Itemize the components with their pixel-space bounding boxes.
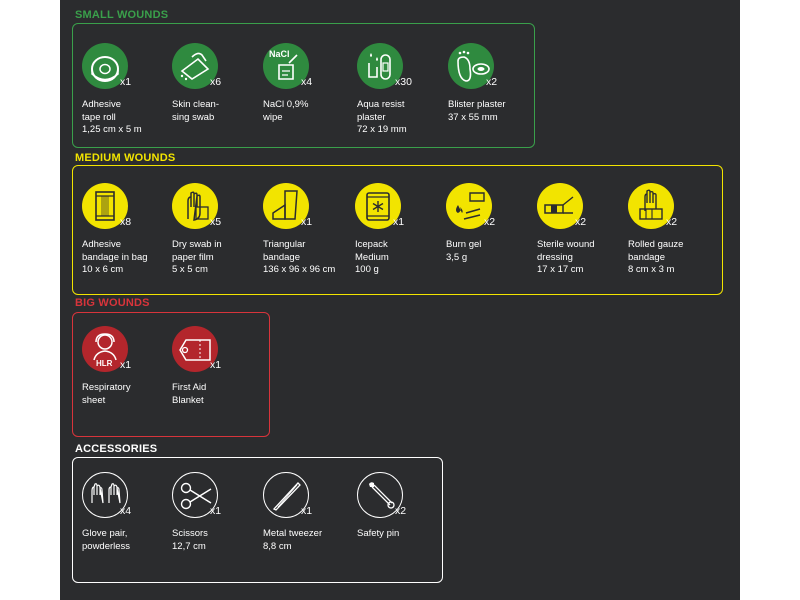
item-label: Metal tweezer 8,8 cm — [263, 528, 323, 552]
hlr-badge: HLR — [96, 359, 113, 368]
item-label: Glove pair, powderless — [82, 528, 131, 552]
item-label: Sterile wound dressing 17 x 17 cm — [537, 239, 595, 275]
item-label: Icepack Medium 100 g — [355, 239, 389, 275]
quantity: x1 — [120, 359, 132, 371]
item-label: Aqua resist plaster 72 x 19 mm — [357, 99, 407, 135]
item-label: Skin clean- sing swab — [172, 99, 219, 123]
quantity: x1 — [301, 505, 313, 517]
quantity: x2 — [666, 216, 678, 228]
quantity: x1 — [120, 76, 132, 88]
section-title-big-wounds: BIG WOUNDS — [75, 297, 150, 309]
item-label: Triangular bandage 136 x 96 x 96 cm — [263, 239, 336, 275]
item-label: Respiratory sheet — [82, 382, 131, 406]
section-title-medium-wounds: MEDIUM WOUNDS — [75, 152, 176, 164]
item-label: Burn gel 3,5 g — [446, 239, 482, 263]
item-label: Adhesive bandage in bag 10 x 6 cm — [82, 239, 148, 275]
quantity: x1 — [210, 505, 222, 517]
quantity: x4 — [120, 505, 132, 517]
quantity: x2 — [486, 76, 498, 88]
item-label: Adhesive tape roll 1,25 cm x 5 m — [82, 99, 142, 135]
item-label: NaCl 0,9% wipe — [263, 99, 309, 123]
section-title-accessories: ACCESSORIES — [75, 443, 158, 455]
quantity: x1 — [210, 359, 222, 371]
quantity: x8 — [120, 216, 132, 228]
quantity: x2 — [575, 216, 587, 228]
item-label: Safety pin — [357, 528, 400, 539]
item-label: Scissors 12,7 cm — [172, 528, 208, 552]
item-label: Rolled gauze bandage 8 cm x 3 m — [628, 239, 684, 275]
first-aid-contents-panel: SMALL WOUNDS x1 Adhesive tape roll 1,25 … — [60, 0, 740, 600]
item-label: First Aid Blanket — [172, 382, 207, 406]
quantity: x4 — [301, 76, 313, 88]
item-label: Dry swab in paper film 5 x 5 cm — [172, 239, 222, 275]
quantity: x30 — [395, 76, 412, 88]
quantity: x6 — [210, 76, 222, 88]
section-title-small-wounds: SMALL WOUNDS — [75, 9, 169, 21]
nacl-badge: NaCl — [269, 49, 290, 59]
quantity: x1 — [393, 216, 405, 228]
quantity: x2 — [484, 216, 496, 228]
quantity: x5 — [210, 216, 222, 228]
item-label: Blister plaster 37 x 55 mm — [448, 99, 506, 123]
quantity: x1 — [301, 216, 313, 228]
quantity: x2 — [395, 505, 407, 517]
